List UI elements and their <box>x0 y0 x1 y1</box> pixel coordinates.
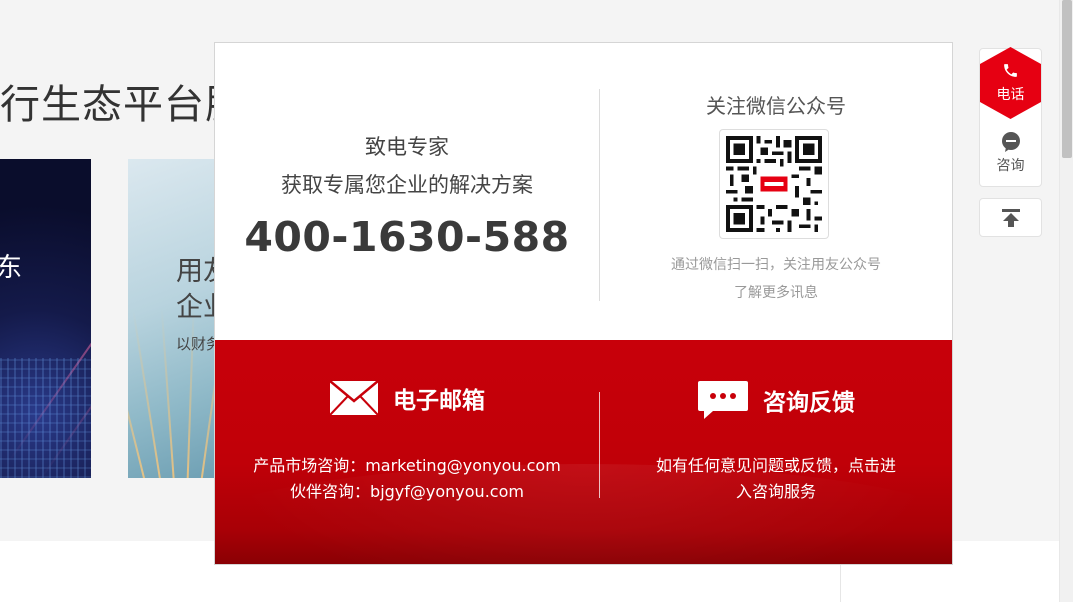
contact-popup: 致电专家 获取专属您企业的解决方案 400-1630-588 关注微信公众号 通… <box>214 42 953 565</box>
call-expert-title: 致电专家 <box>365 135 449 159</box>
phone-icon <box>1002 62 1019 79</box>
back-to-top-button[interactable] <box>979 198 1042 237</box>
scrollbar-thumb[interactable] <box>1062 0 1072 158</box>
floating-contact-toolbar: 电话 咨询 <box>979 47 1042 187</box>
page-scrollbar[interactable] <box>1059 0 1073 602</box>
feedback-title: 咨询反馈 <box>763 390 855 416</box>
card-title-line1: 用友 <box>176 256 215 287</box>
wechat-desc-line1: 通过微信扫一扫，关注用友公众号 <box>671 257 881 273</box>
popup-top-section: 致电专家 获取专属您企业的解决方案 400-1630-588 关注微信公众号 通… <box>215 43 952 340</box>
feedback-desc-line1: 如有任何意见问题或反馈，点击进 <box>655 456 896 475</box>
call-expert-subtitle: 获取专属您企业的解决方案 <box>281 173 533 197</box>
email-title: 电子邮箱 <box>393 388 485 414</box>
solution-card-dark[interactable]: 东 <box>0 159 91 478</box>
partner-email[interactable]: 伙伴咨询：bjgyf@yonyou.com <box>215 478 599 502</box>
consult-button[interactable]: 咨询 <box>980 131 1041 175</box>
wechat-desc-line2: 了解更多讯息 <box>734 285 818 301</box>
arrow-up-to-line-icon <box>1002 209 1020 227</box>
card-subtitle: 以财务 <box>176 335 215 353</box>
phone-label: 电话 <box>996 87 1025 103</box>
marketing-email[interactable]: 产品市场咨询：marketing@yonyou.com <box>215 452 599 476</box>
popup-bottom-section: 电子邮箱 产品市场咨询：marketing@yonyou.com 伙伴咨询：bj… <box>215 340 952 564</box>
chat-icon <box>1000 131 1022 153</box>
hotline-number[interactable]: 400-1630-588 <box>215 213 599 261</box>
phone-button[interactable]: 电话 <box>979 47 1042 119</box>
feedback-desc-line2: 入咨询服务 <box>735 482 816 501</box>
card-title-line2: 企业 <box>176 292 215 323</box>
envelope-icon <box>329 380 379 416</box>
consult-label: 咨询 <box>996 158 1025 174</box>
qr-code-icon <box>726 136 822 232</box>
solution-card-light[interactable]: 用友 企业 以财务 <box>128 159 215 478</box>
card-title-fragment: 东 <box>0 253 23 283</box>
wechat-qr-code <box>719 129 829 239</box>
wechat-title: 关注微信公众号 <box>706 94 846 118</box>
section-heading: 行生态平台服 <box>0 82 215 128</box>
chat-bubble-icon <box>697 380 749 420</box>
